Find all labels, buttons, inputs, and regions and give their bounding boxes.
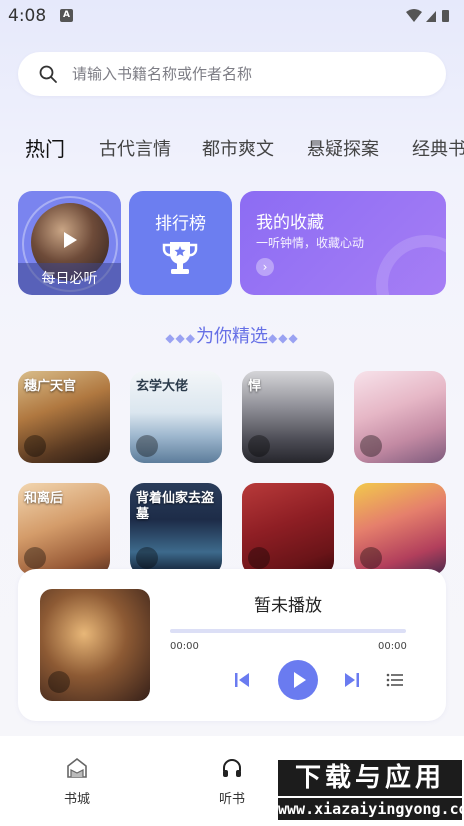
headphone-icon xyxy=(360,547,382,569)
tab-mystery[interactable]: 悬疑探案 xyxy=(307,135,379,161)
favorites-card[interactable]: 我的收藏 一听钟情，收藏心动 › xyxy=(240,191,446,295)
section-title-text: 为你精选 xyxy=(196,326,268,347)
headphone-icon xyxy=(136,547,158,569)
category-tabs: 热门 古代言情 都市爽文 悬疑探案 经典书 xyxy=(0,130,464,166)
previous-icon[interactable] xyxy=(232,670,252,690)
cover-title: 背着仙家去盗墓 xyxy=(136,491,215,523)
time-total: 00:00 xyxy=(378,641,407,652)
headphone-icon xyxy=(24,435,46,457)
player-status: 暂未播放 xyxy=(254,596,322,616)
daily-listen-card[interactable]: 每日必听 xyxy=(18,191,121,295)
notification-icon: A xyxy=(60,9,73,22)
section-deco-left: ◆◆◆ xyxy=(165,331,196,345)
section-title: ◆◆◆为你精选◆◆◆ xyxy=(0,322,464,348)
playlist-icon[interactable] xyxy=(385,670,405,690)
trophy-icon xyxy=(162,242,198,274)
tab-ancient-romance[interactable]: 古代言情 xyxy=(99,135,171,161)
nav-item-bookstore[interactable]: 书城 xyxy=(37,756,117,807)
book-cover[interactable] xyxy=(354,483,446,575)
status-bar: 4:08 A xyxy=(0,0,464,32)
progress-bar[interactable] xyxy=(170,629,406,633)
book-cover[interactable]: 玄学大佬 xyxy=(130,371,222,463)
search-icon xyxy=(39,65,57,83)
tab-urban[interactable]: 都市爽文 xyxy=(202,135,274,161)
time-elapsed: 00:00 xyxy=(170,641,199,652)
play-button[interactable] xyxy=(278,660,318,700)
search-bar[interactable] xyxy=(18,52,446,96)
book-cover[interactable]: 和离后 xyxy=(18,483,110,575)
mini-player: 暂未播放 00:00 00:00 xyxy=(18,569,446,721)
next-icon[interactable] xyxy=(342,670,362,690)
search-input[interactable] xyxy=(72,52,432,96)
site-watermark: 下载与应用 www.xiazaiyingyong.com xyxy=(278,760,464,822)
book-cover[interactable]: 背着仙家去盗墓 xyxy=(130,483,222,575)
daily-listen-label: 每日必听 xyxy=(18,263,121,295)
headphone-icon xyxy=(136,435,158,457)
cover-title: 悍 xyxy=(248,379,262,394)
book-cover[interactable] xyxy=(242,483,334,575)
headphone-icon xyxy=(360,435,382,457)
chevron-right-icon: › xyxy=(256,258,274,276)
signal-battery-icon xyxy=(406,9,449,22)
cover-title: 玄学大佬 xyxy=(136,379,189,394)
favorites-subtitle: 一听钟情，收藏心动 xyxy=(256,236,365,250)
headphone-icon xyxy=(48,671,70,693)
play-icon xyxy=(294,672,306,688)
nav-label-listen: 听书 xyxy=(218,792,245,807)
tab-classic[interactable]: 经典书 xyxy=(412,135,464,161)
book-cover[interactable]: 悍 xyxy=(242,371,334,463)
headphone-icon xyxy=(248,547,270,569)
play-icon xyxy=(64,232,77,248)
book-cover[interactable]: 穗广天官 xyxy=(18,371,110,463)
ranking-label: 排行榜 xyxy=(155,214,206,234)
headphone-icon xyxy=(24,547,46,569)
status-time: 4:08 xyxy=(8,6,47,26)
watermark-title: 下载与应用 xyxy=(278,760,462,796)
nav-item-listen[interactable]: 听书 xyxy=(192,756,272,807)
tab-hot[interactable]: 热门 xyxy=(25,133,65,162)
watermark-url: www.xiazaiyingyong.com xyxy=(278,798,464,820)
headphone-icon xyxy=(248,435,270,457)
cover-title: 穗广天官 xyxy=(24,379,77,394)
nav-label-bookstore: 书城 xyxy=(63,792,90,807)
section-deco-right: ◆◆◆ xyxy=(268,331,299,345)
ranking-card[interactable]: 排行榜 xyxy=(129,191,232,295)
bookstore-icon xyxy=(67,757,87,778)
cover-title: 和离后 xyxy=(24,491,64,506)
headphones-icon xyxy=(223,759,241,777)
favorites-title: 我的收藏 xyxy=(256,213,324,233)
favorites-decoration xyxy=(376,235,446,295)
book-cover[interactable] xyxy=(354,371,446,463)
player-cover[interactable] xyxy=(40,589,150,701)
